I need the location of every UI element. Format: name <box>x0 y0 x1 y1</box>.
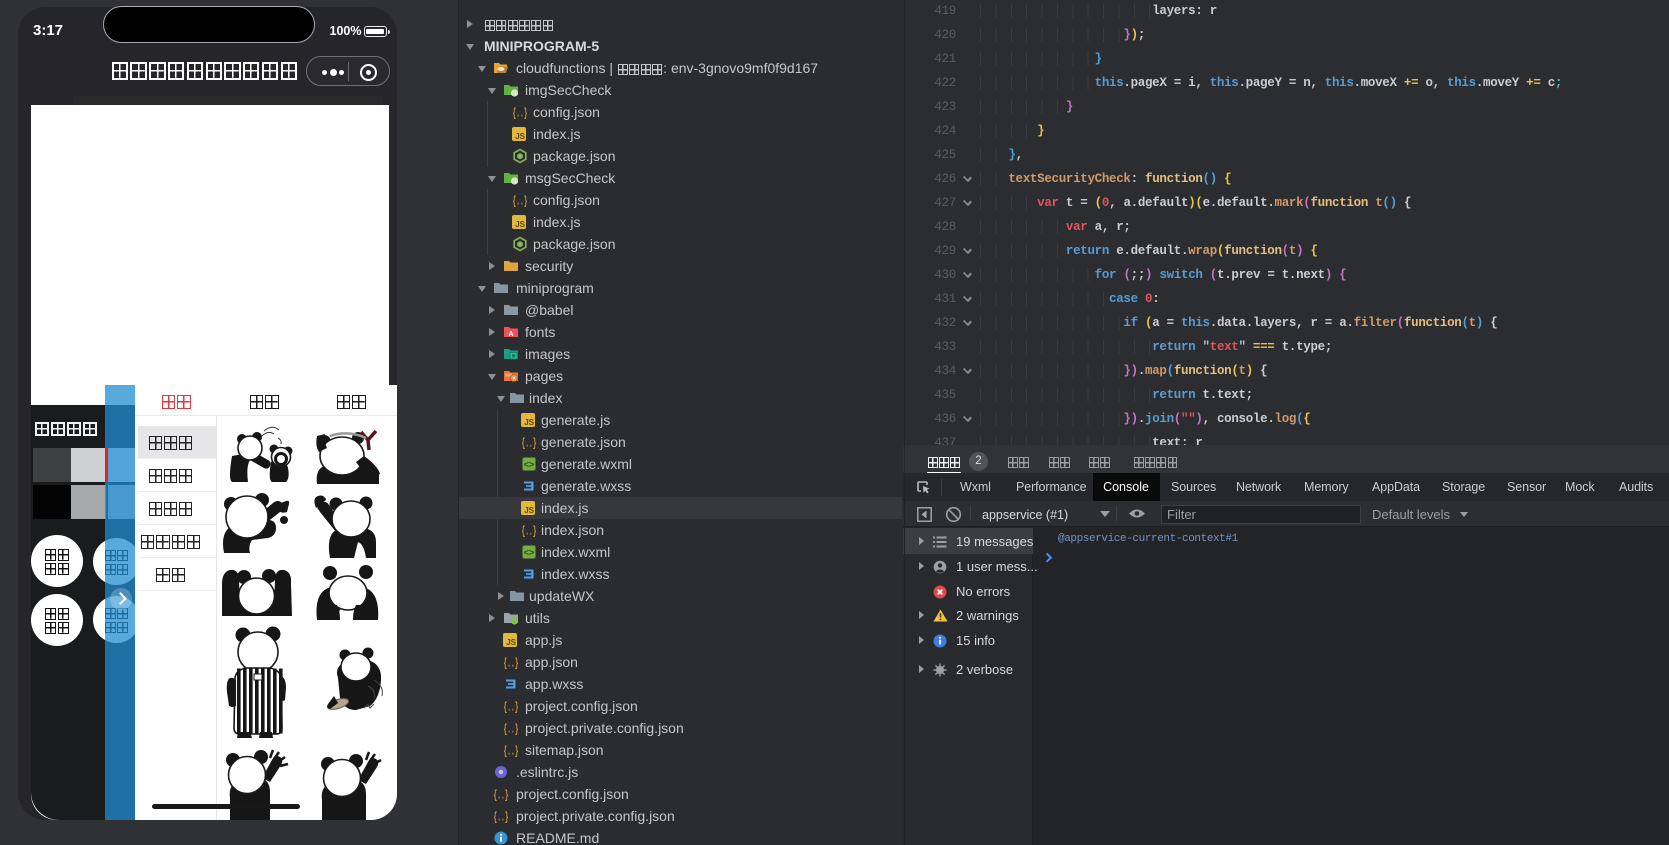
svg-text:{..}: {..} <box>513 107 528 121</box>
svg-text:{..}: {..} <box>522 437 537 451</box>
svg-text:{..}: {..} <box>504 657 519 671</box>
svg-text:{..}: {..} <box>504 723 519 737</box>
svg-text:<>: <> <box>524 548 535 558</box>
svg-text:<>: <> <box>524 460 535 470</box>
svg-text:{..}: {..} <box>522 525 537 539</box>
svg-text:{..}: {..} <box>504 701 519 715</box>
svg-text:A: A <box>508 331 513 338</box>
svg-text:{..}: {..} <box>494 811 509 825</box>
svg-text:{..}: {..} <box>504 745 519 759</box>
svg-text:{..}: {..} <box>494 789 509 803</box>
svg-text:{..}: {..} <box>513 195 528 209</box>
